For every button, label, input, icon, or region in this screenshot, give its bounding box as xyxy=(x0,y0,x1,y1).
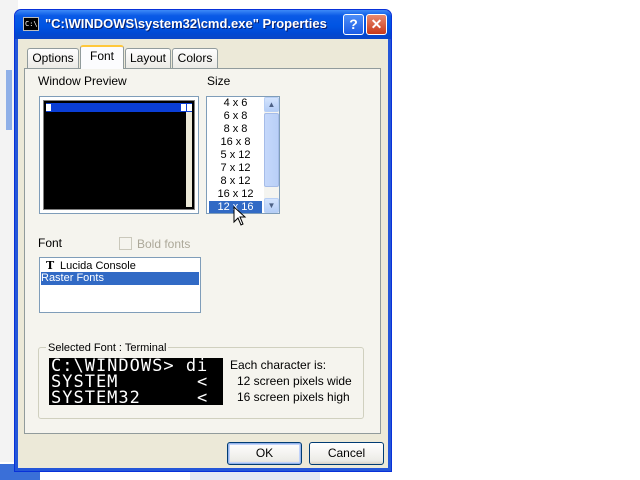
char-height-info: 16 screen pixels high xyxy=(237,390,350,404)
help-button[interactable]: ? xyxy=(343,14,364,35)
window-title: "C:\WINDOWS\system32\cmd.exe" Properties xyxy=(45,16,327,31)
selected-font-label: Selected Font : Terminal xyxy=(46,342,169,354)
size-option[interactable]: 6 x 8 xyxy=(209,110,262,123)
char-info-heading: Each character is: xyxy=(230,358,327,372)
scroll-thumb[interactable] xyxy=(264,113,279,187)
cmd-icon: C:\ xyxy=(23,17,39,31)
font-label: Font xyxy=(38,236,63,250)
bold-fonts-label: Bold fonts xyxy=(137,237,191,251)
mouse-pointer-icon xyxy=(233,206,247,226)
font-option-lucida[interactable]: T Lucida Console xyxy=(41,259,199,272)
size-option[interactable]: 8 x 8 xyxy=(209,123,262,136)
title-bar[interactable]: C:\ "C:\WINDOWS\system32\cmd.exe" Proper… xyxy=(15,10,391,39)
tab-font[interactable]: Font xyxy=(80,45,124,69)
size-option[interactable]: 16 x 12 xyxy=(209,188,262,201)
bold-fonts-checkbox[interactable] xyxy=(119,237,132,250)
window-preview xyxy=(39,96,199,214)
cancel-button[interactable]: Cancel xyxy=(309,442,384,465)
size-option[interactable]: 4 x 6 xyxy=(209,97,262,110)
size-scrollbar[interactable]: ▲ ▼ xyxy=(264,97,279,213)
ok-button[interactable]: OK xyxy=(227,442,302,465)
char-width-info: 12 screen pixels wide xyxy=(237,374,352,388)
close-button[interactable]: ✕ xyxy=(366,14,387,35)
font-option-raster[interactable]: Raster Fonts xyxy=(41,272,199,285)
size-option[interactable]: 5 x 12 xyxy=(209,149,262,162)
window-preview-label: Window Preview xyxy=(38,74,127,88)
sample-line: SYSTEM32 < xyxy=(51,388,209,406)
tab-layout[interactable]: Layout xyxy=(125,48,171,68)
font-sample-preview: C:\WINDOWS> di SYSTEM < SYSTEM32 < xyxy=(49,358,223,405)
scroll-up-arrow-icon[interactable]: ▲ xyxy=(264,97,279,112)
font-listbox[interactable]: T Lucida Console Raster Fonts xyxy=(39,257,201,313)
size-option[interactable]: 8 x 12 xyxy=(209,175,262,188)
font-option-label: Lucida Console xyxy=(60,260,136,272)
tab-options[interactable]: Options xyxy=(27,48,79,68)
size-listbox[interactable]: 4 x 6 6 x 8 8 x 8 16 x 8 5 x 12 7 x 12 8… xyxy=(206,96,280,214)
size-option[interactable]: 16 x 8 xyxy=(209,136,262,149)
properties-dialog: C:\ "C:\WINDOWS\system32\cmd.exe" Proper… xyxy=(14,9,392,472)
scroll-down-arrow-icon[interactable]: ▼ xyxy=(264,198,279,213)
tab-colors[interactable]: Colors xyxy=(172,48,218,68)
font-option-label: Raster Fonts xyxy=(41,272,104,284)
background-window-scrollbar xyxy=(6,70,12,130)
size-option[interactable]: 7 x 12 xyxy=(209,162,262,175)
truetype-icon: T xyxy=(46,259,55,272)
size-label: Size xyxy=(207,74,231,88)
